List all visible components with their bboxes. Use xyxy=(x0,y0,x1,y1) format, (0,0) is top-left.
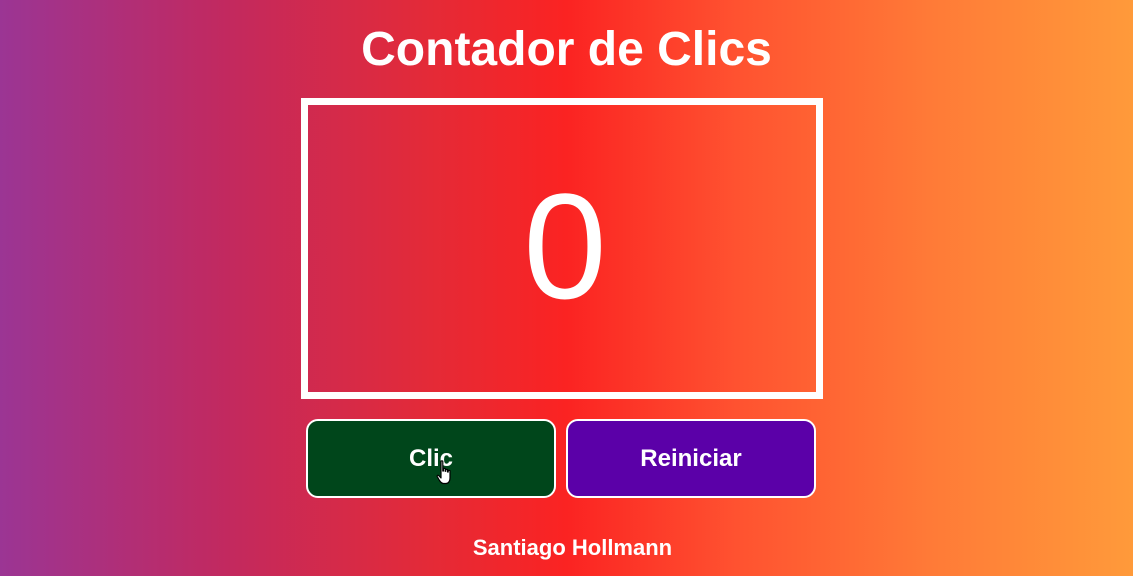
page-title: Contador de Clics xyxy=(361,23,772,76)
reset-button[interactable]: Reiniciar xyxy=(566,419,816,498)
counter-display: 0 xyxy=(301,98,823,399)
click-button[interactable]: Clic xyxy=(306,419,556,498)
hand-pointer-icon xyxy=(436,460,451,485)
counter-value: 0 xyxy=(523,161,607,330)
author-credit: Santiago Hollmann xyxy=(472,535,673,560)
